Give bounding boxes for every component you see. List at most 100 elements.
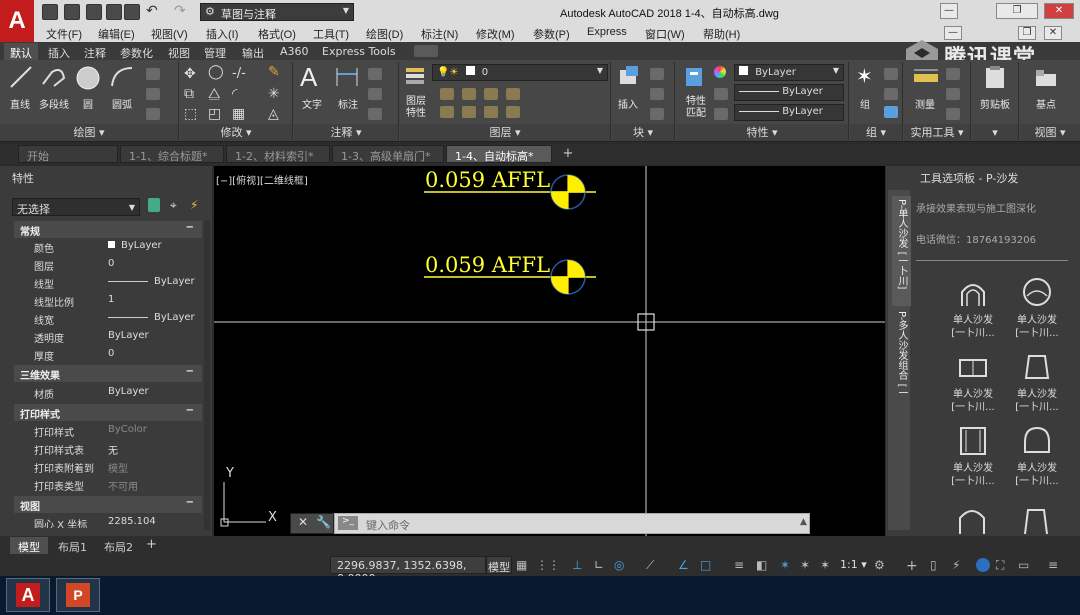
calculator-icon[interactable] [946,68,960,80]
open-file-icon[interactable] [64,4,80,20]
plot-icon[interactable] [124,4,140,20]
gear-icon[interactable]: ⚙ [874,558,888,572]
elevation-label-1[interactable]: 0.059 AFFL [425,168,550,192]
clean-screen-icon[interactable] [976,558,990,572]
palette-item-sofa[interactable]: 单人沙发 [一卜川... [938,276,1008,340]
prop-row-linetype[interactable]: 线型 ByLayer [14,274,202,291]
prop-row-transparency[interactable]: 透明度 ByLayer [14,328,202,345]
layer-tool-icon[interactable] [440,88,454,100]
section-plot-style[interactable]: 打印样式 − [14,404,202,421]
block-panel-title[interactable]: 块 ▾ [612,124,674,141]
wrench-icon[interactable]: 🔧 [316,515,331,529]
selection-dropdown[interactable]: 无选择 ▼ [12,198,140,216]
maximize-button[interactable]: ❐ [996,3,1038,19]
object-snap-tracking-icon[interactable]: ∠ [678,558,692,572]
prop-row-linetype-scale[interactable]: 线型比例 1 [14,292,202,309]
section-view[interactable]: 视图 − [14,496,202,513]
dimension-icon[interactable] [334,64,360,90]
doc-tab-1-4[interactable]: 1-4、自动标高* [446,145,552,163]
array-icon[interactable]: ▦ [232,106,245,122]
menu-file[interactable]: 文件(F) [46,26,82,42]
menu-dimension[interactable]: 标注(N) [421,26,458,42]
palette-item-sofa[interactable]: 单人沙发 [一卜川... [938,424,1008,488]
quick-select-icon[interactable]: ⚡ [190,198,198,212]
linetype-combo[interactable]: ByLayer [734,84,844,101]
hardware-acceleration-icon[interactable]: ⚡ [952,558,966,572]
tab-parametric[interactable]: 参数化 [114,43,159,60]
create-block-icon[interactable] [650,68,664,80]
ribbon-options-icon[interactable] [414,45,438,57]
erase-icon[interactable]: ✎ [268,64,280,80]
insert-block-icon[interactable] [616,64,642,90]
palette-item-sofa[interactable]: 单人沙发 [一卜川... [1002,424,1072,488]
layout-tab-2[interactable]: 布局2 [96,537,141,554]
edit-block-icon[interactable] [650,88,664,100]
palette-tab-single-sofa[interactable]: P-单人沙发 [一卜川] [892,196,911,306]
menu-insert[interactable]: 插入(I) [206,26,238,42]
doc-tab-1-1[interactable]: 1-1、综合标题* [120,145,224,163]
palette-item-sofa[interactable]: 单人沙发 [一卜川... [938,350,1008,414]
new-tab-button[interactable]: + [560,146,576,162]
menu-parametric[interactable]: 参数(P) [533,26,570,42]
close-icon[interactable]: ✕ [298,515,308,529]
elevation-label-2[interactable]: 0.059 AFFL [425,253,550,277]
lineweight-icon[interactable]: ≡ [734,558,748,572]
annotation-panel-title[interactable]: 注释 ▾ [294,124,398,141]
measure-button-label[interactable]: 测量 [910,96,940,111]
chevron-up-icon[interactable]: ▲ [800,517,807,527]
menu-tools[interactable]: 工具(T) [313,26,349,42]
layer-tool-icon[interactable] [484,106,498,118]
fillet-icon[interactable]: ◜ [232,86,237,102]
base-button-label[interactable]: 基点 [1030,96,1062,111]
view-panel-title[interactable]: 视图 ▾ [1020,124,1080,141]
linear-dim-icon[interactable] [368,68,382,80]
copy-icon[interactable]: ⧉ [184,86,194,102]
layer-tool-icon[interactable] [484,88,498,100]
new-file-icon[interactable] [42,4,58,20]
base-view-icon[interactable] [1034,66,1058,90]
insert-button-label[interactable]: 插入 [614,96,642,111]
color-combo[interactable]: ByLayer ▼ [734,64,844,81]
fullscreen-icon[interactable]: ⛶ [996,558,1010,572]
doc-tab-1-2[interactable]: 1-2、材料索引* [226,145,330,163]
tab-view[interactable]: 视图 [162,43,196,60]
line-button-label[interactable]: 直线 [4,96,36,111]
snap-icon[interactable]: ⋮⋮ [536,558,560,572]
mirror-icon[interactable]: ⧋ [208,86,221,102]
group-edit-icon[interactable] [884,88,898,100]
section-general[interactable]: 常规 − [14,221,202,238]
menu-format[interactable]: 格式(O) [258,26,296,42]
undo-icon[interactable]: ↶ [146,3,158,19]
menu-view[interactable]: 视图(V) [151,26,188,42]
move-icon[interactable]: ✥ [184,66,196,82]
polyline-icon[interactable] [40,64,68,90]
rectangle-icon[interactable] [146,68,160,80]
doc-close-button[interactable]: ✕ [1044,26,1062,40]
layer-properties-label[interactable]: 图层 特性 [400,96,432,120]
menu-window[interactable]: 窗口(W) [645,26,685,42]
palette-item-sofa[interactable]: 单人沙发 [一卜川... [1002,350,1072,414]
sofa-partial-icon[interactable] [1019,500,1053,534]
match-properties-icon[interactable] [684,64,708,90]
prop-row-layer[interactable]: 图层 0 [14,256,202,273]
draw-panel-title[interactable]: 绘图 ▾ [0,124,178,141]
infer-constraints-icon[interactable]: ⊥ [572,558,586,572]
group-icon[interactable]: ✶ [856,64,873,88]
layer-properties-icon[interactable] [404,64,428,88]
palette-item-sofa[interactable]: 单人沙发 [一卜川... [1002,276,1072,340]
layer-panel-title[interactable]: 图层 ▾ [400,124,610,141]
save-as-icon[interactable] [106,4,122,20]
sofa-partial-icon[interactable] [955,500,989,534]
id-point-icon[interactable] [946,88,960,100]
layer-tool-icon[interactable] [440,106,454,118]
annotation-visibility-icon[interactable]: ✶ [780,558,794,572]
layer-tool-icon[interactable] [462,106,476,118]
transparency-icon[interactable] [714,88,728,100]
tab-insert[interactable]: 插入 [42,43,76,60]
close-button[interactable]: ✕ [1044,3,1074,19]
leader-icon[interactable] [368,88,382,100]
layout-icon[interactable]: ▭ [1018,558,1032,572]
model-space-button[interactable]: 模型 [486,556,512,574]
modify-panel-title[interactable]: 修改 ▾ [180,124,292,141]
command-input[interactable]: 键入命令 [366,517,410,533]
